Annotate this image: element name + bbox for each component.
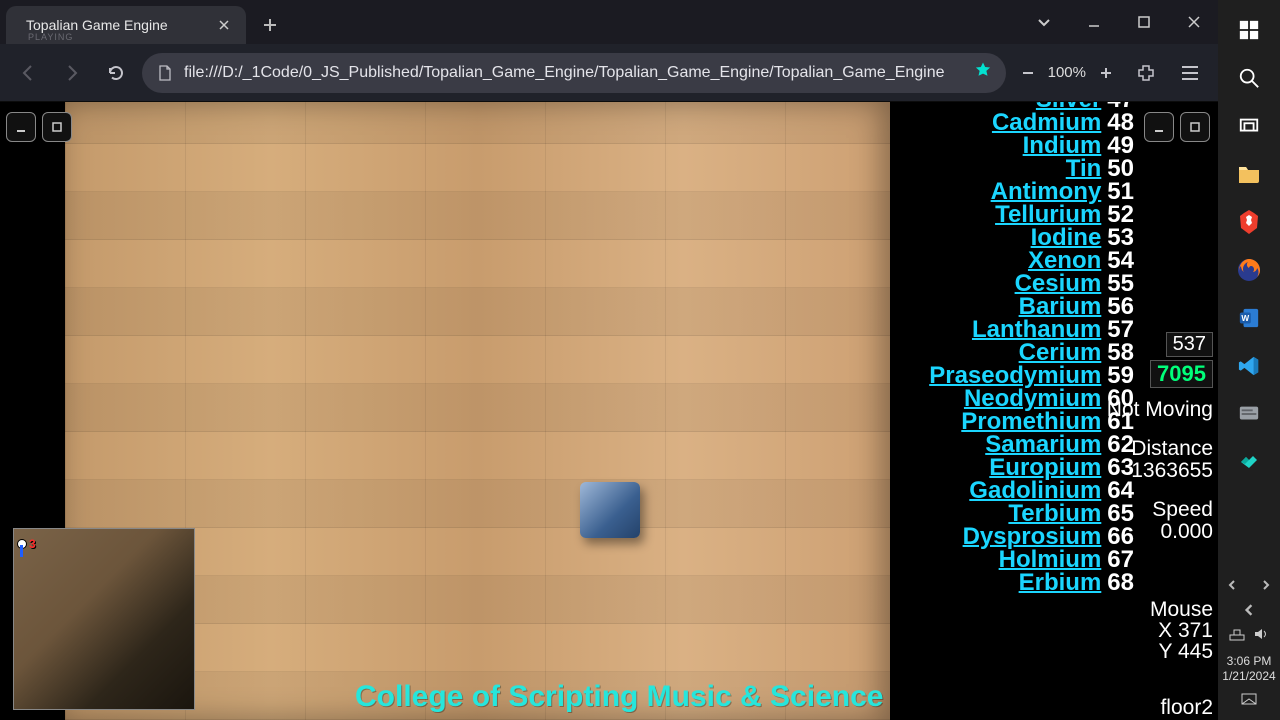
telemetry-floor: floor2 [1135,696,1213,720]
tab-search-icon[interactable] [1026,7,1062,37]
telemetry-state: Not Moving [1105,398,1213,422]
telemetry-value-2: 7095 [1150,360,1213,388]
watermark-text: College of Scripting Music & Science [355,680,883,714]
url-text: file:///D:/_1Code/0_JS_Published/Topalia… [184,64,964,82]
vscode-icon[interactable] [1229,346,1269,386]
network-icon[interactable] [1229,627,1245,646]
minimap[interactable]: 3 [13,528,195,710]
tab-active[interactable]: Topalian Game Engine PLAYING [6,6,246,44]
menu-icon[interactable] [1172,55,1208,91]
clock-time: 3:06 PM [1222,654,1275,670]
extensions-icon[interactable] [1128,55,1164,91]
telemetry-speed-label: Speed [1135,498,1213,522]
browser-toolbar: file:///D:/_1Code/0_JS_Published/Topalia… [0,44,1218,102]
clock-date: 1/21/2024 [1222,669,1275,685]
file-explorer-icon[interactable] [1229,154,1269,194]
page-viewport: 3 College of Scripting Music & Science S… [0,102,1218,720]
element-row: Erbium68 [895,571,1134,595]
element-link[interactable]: Erbium [1019,571,1102,595]
zoom-value: 100% [1048,64,1086,81]
element-number: 68 [1107,571,1134,595]
file-icon [156,64,174,82]
new-tab-button[interactable] [256,11,284,39]
taskbar-clock[interactable]: 3:06 PM 1/21/2024 [1222,654,1275,685]
browser-window: Topalian Game Engine PLAYING [0,0,1218,720]
tab-title: Topalian Game Engine [26,17,168,33]
telemetry-panel: 537 7095 Not Moving Distance 1363655 Spe… [1145,102,1217,720]
telemetry-distance-value: 1363655 [1115,459,1213,483]
overlay-maximize-button[interactable] [42,112,72,142]
windows-start-icon[interactable] [1229,10,1269,50]
app-icon-teal[interactable] [1229,442,1269,482]
telemetry-speed-value: 0.000 [1135,520,1213,544]
word-icon[interactable]: W [1229,298,1269,338]
reload-button[interactable] [98,55,134,91]
player-avatar[interactable] [580,482,640,538]
svg-text:W: W [1241,314,1249,323]
windows-taskbar: W 3:06 PM 1/21/2024 [1218,0,1280,720]
address-bar[interactable]: file:///D:/_1Code/0_JS_Published/Topalia… [142,53,1006,93]
tab-subtitle: PLAYING [28,32,73,42]
tab-strip: Topalian Game Engine PLAYING [0,0,1218,44]
window-minimize-button[interactable] [1076,7,1112,37]
telemetry-mouse-y: Y 445 [1133,640,1213,664]
minimap-player-dot [20,545,23,557]
search-icon[interactable] [1229,58,1269,98]
notifications-icon[interactable] [1241,693,1257,712]
task-view-icon[interactable] [1229,106,1269,146]
back-button[interactable] [10,55,46,91]
forward-button[interactable] [54,55,90,91]
overlay-controls-left [6,112,72,142]
firefox-icon[interactable] [1229,250,1269,290]
zoom-out-button[interactable] [1014,59,1042,87]
minimap-player-count: 3 [29,537,36,551]
telemetry-value-1: 537 [1166,332,1213,357]
brave-icon[interactable] [1229,202,1269,242]
bookmark-star-icon[interactable] [974,61,992,84]
window-close-button[interactable] [1176,7,1212,37]
elements-panel: Silver47Cadmium48Indium49Tin50Antimony51… [895,102,1140,720]
zoom-in-button[interactable] [1092,59,1120,87]
tray-back-icon[interactable] [1243,603,1255,621]
zoom-controls: 100% [1014,59,1120,87]
volume-icon[interactable] [1253,627,1269,646]
tray-scroll-right-icon[interactable] [1261,577,1271,595]
telemetry-distance-label: Distance [1115,437,1213,461]
tray-scroll-left-icon[interactable] [1227,577,1237,595]
close-icon[interactable] [216,17,232,33]
window-maximize-button[interactable] [1126,7,1162,37]
app-icon-grey[interactable] [1229,394,1269,434]
system-tray: 3:06 PM 1/21/2024 [1218,575,1280,720]
overlay-minimize-button[interactable] [6,112,36,142]
